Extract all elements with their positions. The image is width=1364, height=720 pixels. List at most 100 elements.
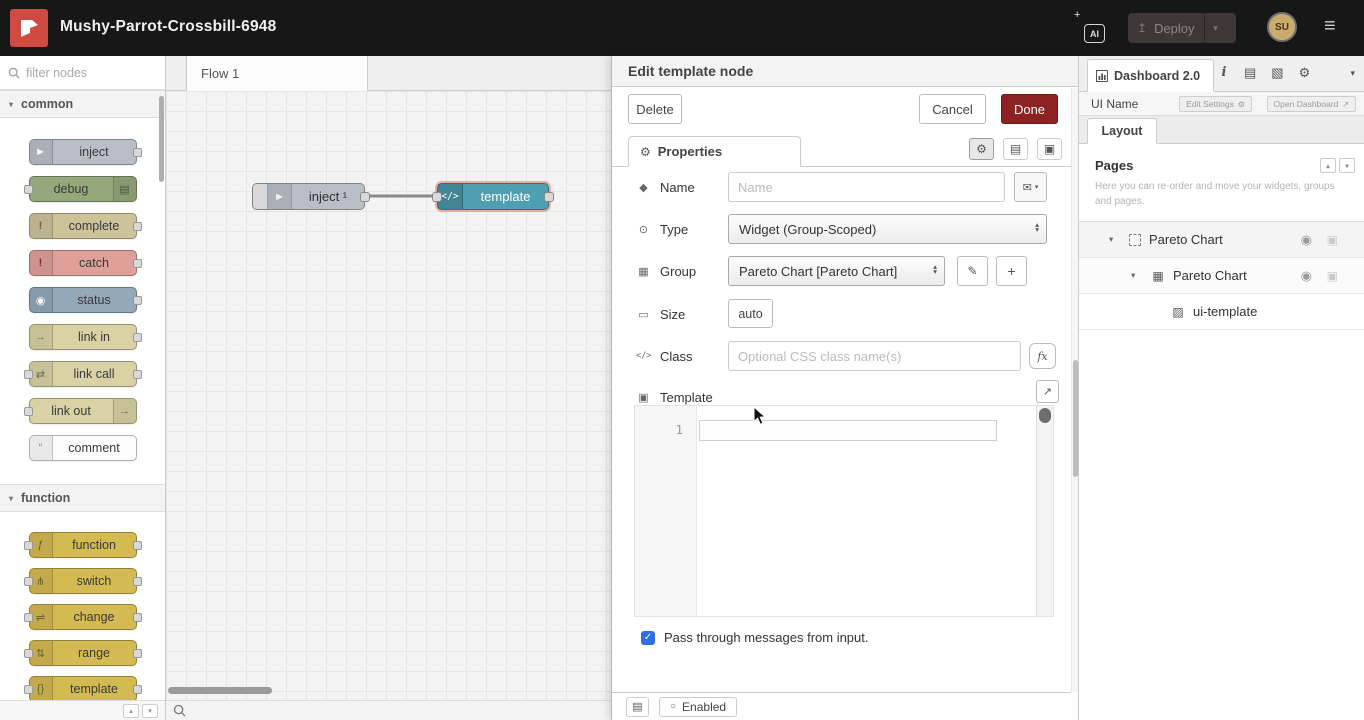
collapse-all-button[interactable]: ▴	[123, 704, 139, 718]
enabled-toggle[interactable]: ○ Enabled	[659, 697, 737, 717]
flow-canvas: Flow 1 ► inject ¹ </> template	[166, 56, 611, 720]
palette-node-catch[interactable]: ! catch	[29, 250, 137, 276]
palette-scrollbar[interactable]	[159, 96, 164, 182]
template-code-editor[interactable]: 1	[634, 405, 1054, 617]
description-icon[interactable]: ▤	[1003, 138, 1028, 160]
class-input[interactable]	[728, 341, 1021, 371]
output-port	[133, 541, 142, 550]
gear-icon: ⚙	[640, 145, 651, 159]
hamburger-menu-button[interactable]: ≡	[1324, 15, 1336, 38]
palette-node-inject[interactable]: ► inject	[29, 139, 137, 165]
delete-button[interactable]: Delete	[628, 94, 682, 124]
passthrough-checkbox[interactable]: ✓	[641, 631, 655, 645]
canvas-grid[interactable]: ► inject ¹ </> template	[166, 91, 611, 700]
appearance-icon[interactable]: ▣	[1037, 138, 1062, 160]
help-book-icon[interactable]: ▤	[1244, 65, 1256, 81]
palette-category-common[interactable]: ▾ common	[0, 90, 165, 118]
visibility-eye-icon[interactable]: ◉	[1301, 268, 1312, 284]
edit-settings-button[interactable]: Edit Settings ⚙	[1179, 96, 1252, 112]
palette-node-link-out[interactable]: → link out	[29, 398, 137, 424]
editor-scrollbar[interactable]	[1036, 406, 1053, 616]
open-item-icon[interactable]: ▣	[1327, 269, 1338, 283]
group-select[interactable]: Pareto Chart [Pareto Chart] ▴▾	[728, 256, 945, 286]
editor-scroll-thumb[interactable]	[1039, 408, 1051, 423]
type-select[interactable]: Widget (Group-Scoped) ▴▾	[728, 214, 1047, 244]
open-item-icon[interactable]: ▣	[1327, 233, 1338, 247]
config-gear-icon[interactable]: ⚙	[1299, 65, 1311, 81]
deploy-button[interactable]: ↥ Deploy ▾	[1128, 13, 1236, 43]
ai-assistant-button[interactable]: + AI	[1072, 9, 1108, 47]
palette-node-complete[interactable]: ! complete	[29, 213, 137, 239]
tray-scrollbar[interactable]	[1071, 88, 1078, 692]
deploy-icon: ↥	[1137, 21, 1147, 35]
palette-node-status[interactable]: ◉ status	[29, 287, 137, 313]
template-node-selected[interactable]: </> template	[437, 183, 549, 210]
inject-trigger-button[interactable]	[253, 184, 268, 209]
editor-active-line[interactable]	[699, 420, 997, 441]
label-visibility-button[interactable]: ✉ ▾	[1014, 172, 1047, 202]
node-label: template	[463, 184, 548, 209]
palette-node-template[interactable]: {} template	[29, 676, 137, 702]
chevron-down-icon[interactable]: ▾	[1205, 23, 1227, 34]
switch-icon: ⋔	[30, 569, 53, 593]
tree-row-page[interactable]: ▾ Pareto Chart ◉ ▣	[1079, 222, 1364, 258]
palette-node-change[interactable]: ⇌ change	[29, 604, 137, 630]
expand-editor-button[interactable]: ↗	[1036, 380, 1059, 403]
output-port[interactable]	[360, 192, 370, 202]
tag-icon: ◆	[636, 181, 651, 194]
collapse-tree-button[interactable]: ▴	[1320, 158, 1336, 173]
palette-footer: ▴ ▾	[0, 700, 165, 720]
search-icon[interactable]	[173, 704, 186, 717]
cancel-button[interactable]: Cancel	[919, 94, 986, 124]
palette-node-function[interactable]: ƒ function	[29, 532, 137, 558]
chevron-down-icon[interactable]: ▾	[1109, 234, 1121, 245]
expand-tree-button[interactable]: ▾	[1339, 158, 1355, 173]
inject-node[interactable]: ► inject ¹	[252, 183, 365, 210]
output-port[interactable]	[544, 192, 554, 202]
field-label: Class	[660, 349, 693, 364]
type-field-label: ⊙ Type	[636, 214, 688, 244]
tab-layout[interactable]: Layout	[1087, 118, 1157, 144]
done-button[interactable]: Done	[1001, 94, 1058, 124]
visibility-eye-icon[interactable]: ◉	[1301, 232, 1312, 248]
instance-title: Mushy-Parrot-Crossbill-6948	[60, 18, 276, 36]
pencil-icon: ✎	[967, 264, 977, 278]
node-properties-icon[interactable]: ⚙	[969, 138, 994, 160]
tree-row-label: Pareto Chart	[1173, 268, 1247, 283]
horizontal-scrollbar[interactable]	[168, 687, 272, 694]
tree-row-group[interactable]: ▾ ▦ Pareto Chart ◉ ▣	[1079, 258, 1364, 294]
chevron-down-icon[interactable]: ▾	[1131, 270, 1143, 281]
palette-node-link-call[interactable]: ⇄ link call	[29, 361, 137, 387]
node-info-icon[interactable]: ▤	[626, 697, 649, 717]
add-group-button[interactable]: +	[996, 256, 1027, 286]
palette-search[interactable]	[0, 56, 165, 90]
external-link-icon: ↗	[1342, 100, 1349, 109]
link-out-icon: →	[113, 399, 136, 423]
info-icon[interactable]: i	[1219, 65, 1229, 81]
edit-group-button[interactable]: ✎	[957, 256, 988, 286]
size-auto-button[interactable]: auto	[728, 299, 773, 328]
palette-node-link-in[interactable]: → link in	[29, 324, 137, 350]
tree-row-widget[interactable]: ▨ ui-template	[1079, 294, 1364, 330]
sidebar-menu-caret-icon[interactable]: ▾	[1350, 68, 1355, 79]
status-icon: ◉	[30, 288, 53, 312]
palette-node-switch[interactable]: ⋔ switch	[29, 568, 137, 594]
flow-tab[interactable]: Flow 1	[186, 56, 368, 91]
tab-properties[interactable]: ⚙ Properties	[628, 136, 801, 167]
expression-button[interactable]: fx	[1029, 343, 1056, 369]
expand-all-button[interactable]: ▾	[142, 704, 158, 718]
debug-bug-icon[interactable]: ▧	[1271, 65, 1283, 81]
palette-node-label: comment	[53, 436, 136, 460]
tab-dashboard-2[interactable]: Dashboard 2.0	[1087, 59, 1214, 92]
palette-node-range[interactable]: ⇅ range	[29, 640, 137, 666]
palette-category-function[interactable]: ▾ function	[0, 484, 165, 512]
input-port[interactable]	[432, 192, 442, 202]
palette-filter-input[interactable]	[26, 66, 136, 80]
name-input[interactable]	[728, 172, 1005, 202]
input-port	[24, 370, 33, 379]
avatar[interactable]: SU	[1267, 12, 1297, 42]
palette-node-debug[interactable]: ▤ debug	[29, 176, 137, 202]
node-red-logo-icon[interactable]	[10, 9, 48, 47]
open-dashboard-button[interactable]: Open Dashboard ↗	[1267, 96, 1356, 112]
palette-node-comment[interactable]: “ comment	[29, 435, 137, 461]
